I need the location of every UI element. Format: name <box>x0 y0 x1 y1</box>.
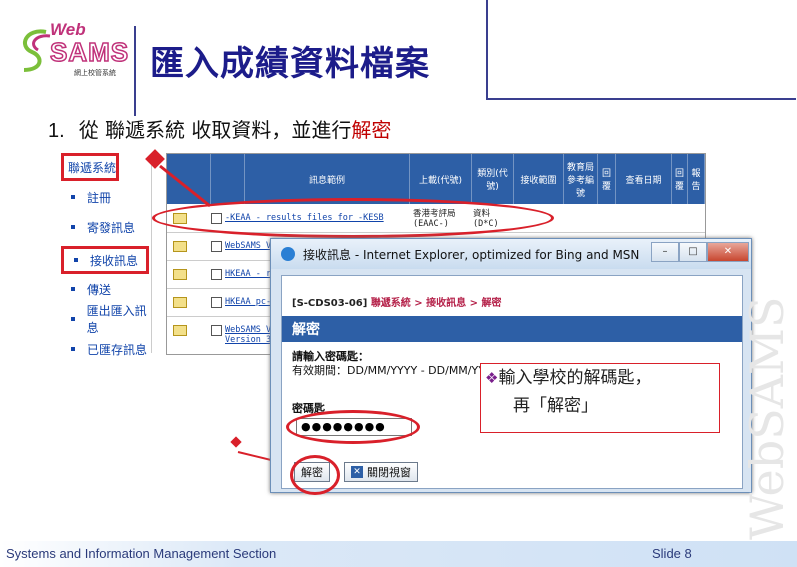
instruction-callout: ❖輸入學校的解碼匙， 再「解密」 <box>480 363 720 433</box>
websams-watermark: WebSAMS <box>740 296 794 540</box>
close-x-icon: ✕ <box>351 466 363 478</box>
breadcrumb-path[interactable]: 聯遞系統 > 接收訊息 > 解密 <box>371 298 502 309</box>
callout-line1: 輸入學校的解碼匙， <box>498 368 652 388</box>
section-header: 解密 <box>282 316 742 342</box>
close-dialog-button[interactable]: ✕ 關閉視窗 <box>344 462 418 482</box>
slide-number: Slide 8 <box>652 546 692 561</box>
close-window-button[interactable]: ✕ <box>707 242 749 262</box>
decrypt-highlight-ellipse <box>290 455 340 495</box>
close-dialog-label: 關閉視窗 <box>367 466 411 479</box>
validity-period: 有效期間：DD/MM/YYYY - DD/MM/YYYY <box>292 364 499 377</box>
breadcrumb: [S-CDS03-06] 聯遞系統 > 接收訊息 > 解密 <box>292 294 502 309</box>
maximize-button[interactable]: □ <box>679 242 707 262</box>
breadcrumb-code: [S-CDS03-06] <box>292 298 368 309</box>
footer-section: Systems and Information Management Secti… <box>6 546 277 561</box>
ie-icon <box>281 247 295 261</box>
dialog-title: 接收訊息 - Internet Explorer, optimized for … <box>303 247 640 262</box>
minimize-button[interactable]: – <box>651 242 679 262</box>
diamond-bullet-icon: ❖ <box>485 369 499 387</box>
row-highlight-ellipse <box>152 198 554 238</box>
password-highlight-ellipse <box>286 410 420 444</box>
callout-line2: 再「解密」 <box>513 396 598 416</box>
